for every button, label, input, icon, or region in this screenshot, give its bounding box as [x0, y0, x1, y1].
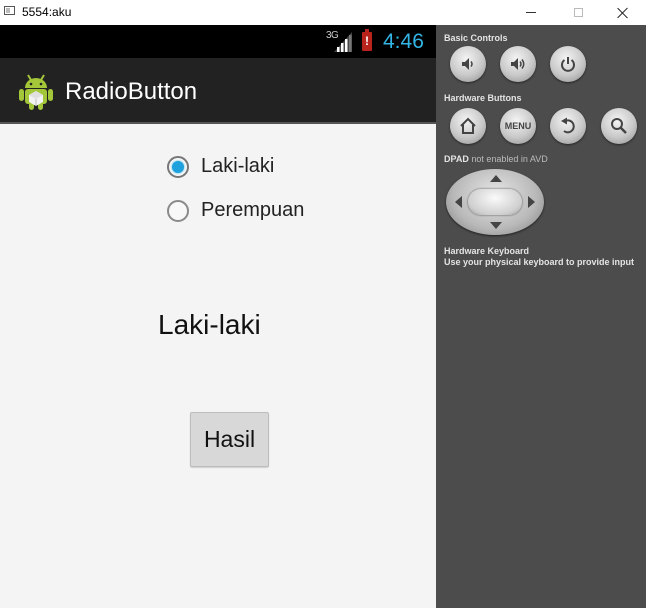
android-logo-icon — [19, 74, 53, 110]
radio-button-checked[interactable] — [167, 155, 189, 178]
hasil-button[interactable]: Hasil — [190, 412, 269, 467]
home-button[interactable] — [450, 108, 486, 144]
status-clock: 4:46 — [383, 30, 424, 53]
maximize-icon — [573, 8, 583, 17]
dpad-right-icon[interactable] — [528, 196, 535, 208]
keyboard-title: Hardware Keyboard — [444, 246, 530, 256]
status-bar: 3G ! 4:46 — [0, 25, 436, 58]
dpad-center-button[interactable] — [468, 189, 522, 215]
app-title: RadioButton — [65, 78, 198, 105]
dpad-heading: DPAD not enabled in AVD — [444, 154, 548, 164]
search-icon — [611, 118, 627, 134]
signal-icon — [334, 32, 352, 52]
radio-label: Laki-laki — [201, 155, 275, 177]
radio-label: Perempuan — [201, 199, 305, 221]
menu-label: MENU — [504, 121, 532, 131]
volume-up-icon — [511, 58, 525, 70]
dpad-down-icon[interactable] — [490, 222, 502, 229]
hardware-buttons-heading: Hardware Buttons — [444, 93, 522, 103]
dpad-title: DPAD — [444, 154, 469, 164]
power-button[interactable] — [550, 46, 586, 82]
minimize-button[interactable] — [508, 0, 554, 25]
power-icon — [561, 57, 575, 72]
close-button[interactable] — [600, 0, 646, 25]
dpad-left-icon[interactable] — [455, 196, 462, 208]
emulator-controls-panel: Basic Controls Hardware Buttons MENU DPA… — [436, 25, 646, 608]
radio-option-perempuan[interactable]: Perempuan — [167, 199, 304, 222]
minimize-icon — [526, 12, 536, 13]
window-app-icon — [4, 6, 15, 15]
result-text: Laki-laki — [158, 309, 261, 340]
battery-icon: ! — [362, 29, 372, 51]
dpad[interactable] — [446, 169, 544, 235]
search-button[interactable] — [601, 108, 637, 144]
back-button[interactable] — [550, 108, 586, 144]
menu-button[interactable]: MENU — [500, 108, 536, 144]
window-title-bar: 5554:aku — [0, 0, 646, 25]
radio-option-laki-laki[interactable]: Laki-laki — [167, 155, 274, 178]
window-title: 5554:aku — [22, 5, 72, 19]
dpad-note: not enabled in AVD — [471, 154, 548, 164]
back-icon — [561, 117, 575, 134]
device-screen: 3G ! 4:46 RadioButton Laki-laki Perempua… — [0, 25, 436, 608]
close-icon — [617, 7, 629, 19]
basic-controls-heading: Basic Controls — [444, 33, 508, 43]
volume-up-button[interactable] — [500, 46, 536, 82]
dpad-up-icon[interactable] — [490, 175, 502, 182]
radio-button-unchecked[interactable] — [167, 199, 189, 222]
action-bar: RadioButton — [0, 58, 436, 124]
hardware-keyboard-info: Hardware Keyboard Use your physical keyb… — [444, 246, 634, 268]
keyboard-note: Use your physical keyboard to provide in… — [444, 257, 635, 267]
volume-down-button[interactable] — [450, 46, 486, 82]
battery-alert: ! — [365, 34, 369, 48]
home-icon — [460, 117, 476, 134]
volume-down-icon — [462, 58, 473, 70]
maximize-button[interactable] — [555, 0, 601, 25]
